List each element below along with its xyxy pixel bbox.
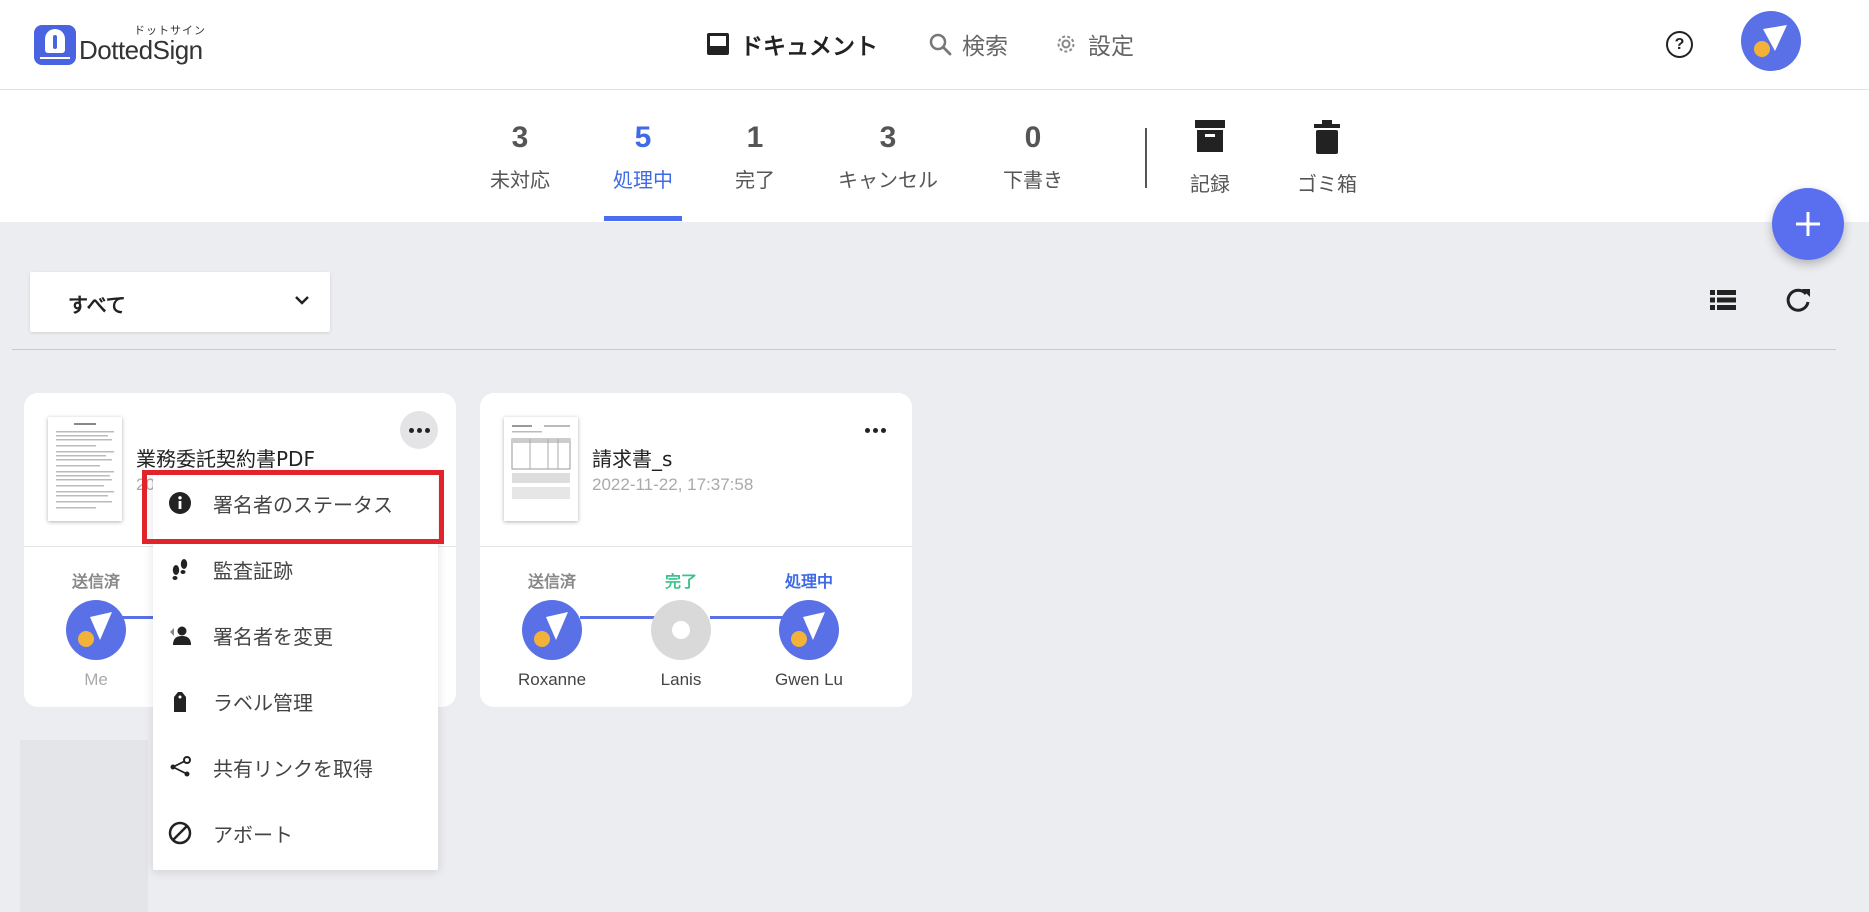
signer-steps: 送信済 Roxanne 完了 Lanis 処理中 Gwen Lu xyxy=(480,568,912,698)
tab-label: キャンセル xyxy=(838,168,938,192)
signer-name: Me xyxy=(84,670,108,689)
top-navigation-bar: ドットサイン DottedSign ドキュメント 検索 設定 ? xyxy=(0,0,1869,90)
signer-avatar xyxy=(522,600,582,660)
tab-label: 完了 xyxy=(735,168,775,192)
tab-count: 3 xyxy=(511,121,529,154)
card-separator xyxy=(480,546,912,547)
highlight-annotation xyxy=(142,470,444,544)
add-document-button[interactable] xyxy=(1772,188,1844,260)
menu-item-abort[interactable]: アボート xyxy=(153,800,438,866)
tab-cancelled[interactable]: 3 キャンセル xyxy=(833,120,943,193)
nav-documents[interactable]: ドキュメント xyxy=(706,26,878,62)
document-thumbnail xyxy=(504,417,578,521)
background-shade xyxy=(20,740,148,912)
signer-step: 完了 Lanis xyxy=(621,568,741,690)
nav-search-label: 検索 xyxy=(962,34,1008,60)
tab-count: 1 xyxy=(746,121,764,154)
signer-avatar xyxy=(66,600,126,660)
tab-pending[interactable]: 3 未対応 xyxy=(465,120,575,193)
document-card[interactable]: 請求書_s 2022-11-22, 17:37:58 送信済 Roxanne 完… xyxy=(480,393,912,707)
signer-step: 送信済 Me xyxy=(36,568,156,690)
document-title: 業務委託契約書PDF xyxy=(136,447,315,471)
more-options-button[interactable] xyxy=(856,411,894,449)
logo-mark xyxy=(34,25,76,65)
dottedsign-logo[interactable]: ドットサイン DottedSign xyxy=(34,22,214,70)
tab-trash[interactable]: ゴミ箱 xyxy=(1272,120,1382,197)
document-thumbnail xyxy=(48,417,122,521)
tab-archive[interactable]: 記録 xyxy=(1155,120,1265,197)
menu-item-label: 共有リンクを取得 xyxy=(213,756,373,781)
menu-item-label: 署名者を変更 xyxy=(213,624,333,649)
more-options-button[interactable] xyxy=(400,411,438,449)
tab-label: 下書き xyxy=(1003,168,1063,192)
signer-avatar xyxy=(779,600,839,660)
filter-select[interactable]: すべて xyxy=(30,272,330,332)
nav-documents-label: ドキュメント xyxy=(740,34,878,60)
menu-item-change-signer[interactable]: 署名者を変更 xyxy=(153,602,438,668)
active-tab-indicator xyxy=(604,216,682,221)
signer-step: 処理中 Gwen Lu xyxy=(749,568,869,690)
help-icon[interactable]: ? xyxy=(1666,31,1693,58)
signer-step: 送信済 Roxanne xyxy=(492,568,612,690)
footprints-icon xyxy=(167,556,193,582)
menu-item-label: 監査証跡 xyxy=(213,558,293,583)
user-avatar[interactable] xyxy=(1741,11,1801,71)
search-icon xyxy=(929,33,952,56)
menu-item-audit-trail[interactable]: 監査証跡 xyxy=(153,536,438,602)
list-view-icon[interactable] xyxy=(1710,288,1736,312)
status-tabs: 3 未対応 5 処理中 1 完了 3 キャンセル 0 下書き 記録 ゴミ箱 xyxy=(0,90,1869,222)
tab-count: 0 xyxy=(1024,121,1042,154)
signer-avatar xyxy=(651,600,711,660)
document-title: 請求書_s xyxy=(592,447,673,471)
trash-icon xyxy=(1314,120,1340,154)
menu-item-label: アボート xyxy=(213,822,293,847)
share-icon xyxy=(167,754,193,780)
menu-item-share-link[interactable]: 共有リンクを取得 xyxy=(153,734,438,800)
tab-completed[interactable]: 1 完了 xyxy=(700,120,810,193)
nav-settings-label: 設定 xyxy=(1088,34,1134,60)
tag-icon xyxy=(167,688,193,714)
abort-icon xyxy=(167,820,193,846)
signer-name: Gwen Lu xyxy=(774,670,844,689)
tab-drafts[interactable]: 0 下書き xyxy=(978,120,1088,193)
menu-item-label-management[interactable]: ラベル管理 xyxy=(153,668,438,734)
inbox-icon xyxy=(707,33,729,55)
document-date: 2022-11-22, 17:37:58 xyxy=(592,475,754,494)
menu-item-label: ラベル管理 xyxy=(213,690,313,715)
logo-text: DottedSign xyxy=(79,35,203,65)
chevron-down-icon xyxy=(295,296,309,305)
step-status: 処理中 xyxy=(784,572,833,591)
tab-label: 未対応 xyxy=(490,168,550,192)
tab-divider xyxy=(1145,128,1147,188)
tab-label: 記録 xyxy=(1190,172,1230,196)
refresh-icon[interactable] xyxy=(1784,286,1812,314)
signer-name: Lanis xyxy=(660,670,702,689)
tab-label: ゴミ箱 xyxy=(1297,172,1357,196)
nav-settings[interactable]: 設定 xyxy=(1054,26,1134,62)
content-divider xyxy=(12,349,1836,350)
step-status: 完了 xyxy=(664,572,697,591)
step-status: 送信済 xyxy=(71,572,120,591)
plus-icon xyxy=(1796,212,1820,236)
gear-icon xyxy=(1057,35,1075,53)
tab-count: 5 xyxy=(634,121,652,154)
tab-count: 3 xyxy=(879,121,897,154)
filter-value: すべて xyxy=(68,293,126,317)
nav-search[interactable]: 検索 xyxy=(928,26,1008,62)
tab-in-progress[interactable]: 5 処理中 xyxy=(588,120,698,193)
archive-icon xyxy=(1195,120,1225,152)
step-status: 送信済 xyxy=(527,572,576,591)
signer-name: Roxanne xyxy=(517,670,587,689)
change-user-icon xyxy=(167,622,193,648)
tab-label: 処理中 xyxy=(613,168,673,192)
